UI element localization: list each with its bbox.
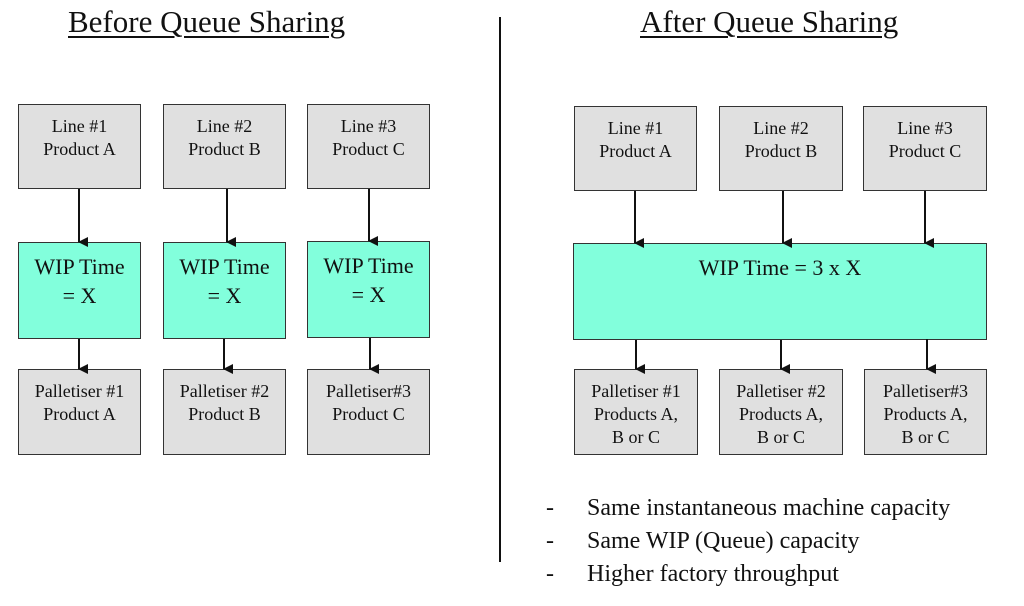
product-label: Product A: [599, 141, 672, 161]
product-label-2: B or C: [901, 427, 950, 447]
wip-label: WIP Time: [323, 253, 414, 278]
product-label: Product B: [188, 139, 261, 159]
dash-marker: -: [546, 561, 554, 587]
palletiser-label: Palletiser #2: [736, 381, 826, 401]
palletiser-label: Palletiser #1: [34, 381, 125, 401]
after-line-3-box: Line #3 Product C: [863, 106, 987, 191]
palletiser-label: Palletiser#3: [326, 381, 411, 401]
before-palletiser-3-box: Palletiser#3 Product C: [307, 369, 430, 455]
product-label: Product C: [888, 141, 962, 161]
before-palletiser-2-box: Palletiser #2 Product B: [163, 369, 286, 455]
wip-label: WIP Time = 3 x X: [698, 255, 862, 280]
before-line-3-box: Line #3 Product C: [307, 104, 430, 189]
product-label: Product A: [43, 139, 116, 159]
after-palletiser-3-box: Palletiser#3 Products A, B or C: [864, 369, 987, 455]
after-shared-wip-box: WIP Time = 3 x X: [573, 243, 987, 340]
line-label: Line #1: [51, 116, 108, 136]
product-label: Product A: [43, 404, 116, 424]
wip-label: WIP Time: [34, 254, 125, 279]
list-item: - Same WIP (Queue) capacity: [546, 525, 950, 558]
list-item: - Higher factory throughput: [546, 558, 950, 591]
after-palletiser-2-box: Palletiser #2 Products A, B or C: [719, 369, 843, 455]
palletiser-label: Palletiser#3: [883, 381, 968, 401]
product-label: Products A,: [738, 404, 823, 424]
product-label: Product C: [332, 139, 405, 159]
after-title: After Queue Sharing: [640, 4, 899, 39]
list-item: - Same instantaneous machine capacity: [546, 492, 950, 525]
palletiser-label: Palletiser #1: [591, 381, 681, 401]
wip-label: WIP Time: [179, 254, 270, 279]
after-palletiser-1-box: Palletiser #1 Products A, B or C: [574, 369, 698, 455]
line-label: Line #2: [753, 118, 809, 138]
before-wip-1-box: WIP Time = X: [18, 242, 141, 339]
product-label: Product B: [188, 404, 261, 424]
dash-marker: -: [546, 528, 554, 554]
wip-value: = X: [62, 283, 97, 308]
line-label: Line #3: [897, 118, 953, 138]
line-label: Line #1: [607, 118, 664, 138]
section-divider: [499, 17, 501, 562]
wip-value: = X: [207, 283, 242, 308]
product-label: Products A,: [593, 404, 678, 424]
before-title: Before Queue Sharing: [68, 4, 346, 39]
after-line-2-box: Line #2 Product B: [719, 106, 843, 191]
palletiser-label: Palletiser #2: [179, 381, 270, 401]
product-label: Product B: [744, 141, 818, 161]
before-palletiser-1-box: Palletiser #1 Product A: [18, 369, 141, 455]
before-line-2-box: Line #2 Product B: [163, 104, 286, 189]
dash-marker: -: [546, 495, 554, 521]
product-label-2: B or C: [611, 427, 660, 447]
line-label: Line #2: [196, 116, 253, 136]
benefits-list: - Same instantaneous machine capacity - …: [546, 492, 950, 591]
line-label: Line #3: [340, 116, 397, 136]
before-wip-2-box: WIP Time = X: [163, 242, 286, 339]
product-label: Product C: [332, 404, 405, 424]
before-line-1-box: Line #1 Product A: [18, 104, 141, 189]
product-label: Products A,: [883, 404, 968, 424]
bullet-text: Same WIP (Queue) capacity: [587, 528, 860, 554]
bullet-text: Same instantaneous machine capacity: [587, 495, 951, 521]
product-label-2: B or C: [756, 427, 805, 447]
after-line-1-box: Line #1 Product A: [574, 106, 697, 191]
bullet-text: Higher factory throughput: [587, 561, 839, 587]
before-wip-3-box: WIP Time = X: [307, 241, 430, 338]
wip-value: = X: [351, 282, 386, 307]
